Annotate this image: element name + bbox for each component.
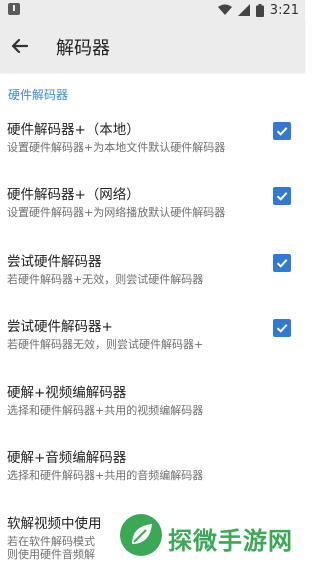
clock: 3:21 xyxy=(269,2,299,18)
pref-hw-decoder-network[interactable]: 硬件解码器+（网络） 设置硬件解码器+为网络播放默认硬件解码器 xyxy=(0,183,305,247)
pref-title: 软解视频中使用 xyxy=(7,516,102,532)
pref-hw-decoder-local[interactable]: 硬件解码器+（本地） 设置硬件解码器+为本地文件默认硬件解码器 xyxy=(0,118,305,182)
pref-audio-codec[interactable]: 硬解+音频编解码器 选择和硬件解码器+共用的音频编解码器 xyxy=(0,446,305,510)
checkbox-checked[interactable] xyxy=(273,187,291,205)
pref-summary: 若硬件解码器无效，则尝试硬件解码器+ xyxy=(7,338,204,351)
pref-try-hw-decoder[interactable]: 尝试硬件解码器 若硬件解码器+无效，则尝试硬件解码器 xyxy=(0,250,305,314)
battery-icon xyxy=(255,3,264,17)
pref-title: 硬件解码器+（本地） xyxy=(7,122,140,138)
pref-title: 尝试硬件解码器 xyxy=(7,254,102,270)
checkbox-checked[interactable] xyxy=(273,319,291,337)
status-bar: 3:21 xyxy=(0,0,305,20)
page-title: 解码器 xyxy=(56,38,110,59)
signal-icon xyxy=(237,4,250,16)
section-header: 硬件解码器 xyxy=(8,88,69,102)
leaf-icon xyxy=(132,524,152,544)
arrow-left-icon xyxy=(11,38,29,54)
checkbox-checked[interactable] xyxy=(273,122,291,140)
pref-title: 硬解+音频编解码器 xyxy=(7,450,127,466)
pref-summary: 选择和硬件解码器+共用的视频编解码器 xyxy=(7,404,204,417)
watermark-text: 探微手游网 xyxy=(168,527,293,555)
checkmark-icon xyxy=(276,192,288,201)
pref-summary: 设置硬件解码器+为本地文件默认硬件解码器 xyxy=(7,141,226,154)
watermark: 探微手游网 xyxy=(114,512,305,560)
checkbox-checked[interactable] xyxy=(273,254,291,272)
pref-title: 尝试硬件解码器+ xyxy=(7,319,113,335)
checkmark-icon xyxy=(276,259,288,268)
checkmark-icon xyxy=(276,324,288,333)
pref-summary: 若硬件解码器+无效，则尝试硬件解码器 xyxy=(7,273,204,286)
pref-title: 硬解+视频编解码器 xyxy=(7,385,127,401)
pref-title: 硬件解码器+（网络） xyxy=(7,187,140,203)
watermark-logo xyxy=(120,514,162,556)
pref-summary: 设置硬件解码器+为网络播放默认硬件解码器 xyxy=(7,206,226,219)
pref-try-hw-decoder-plus[interactable]: 尝试硬件解码器+ 若硬件解码器无效，则尝试硬件解码器+ xyxy=(0,315,305,379)
back-button[interactable] xyxy=(6,32,34,60)
notification-icon xyxy=(8,3,20,15)
wifi-icon xyxy=(217,4,232,15)
pref-video-codec[interactable]: 硬解+视频编解码器 选择和硬件解码器+共用的视频编解码器 xyxy=(0,381,305,445)
toolbar: 解码器 xyxy=(0,20,305,72)
pref-summary: 选择和硬件解码器+共用的音频编解码器 xyxy=(7,469,204,482)
checkmark-icon xyxy=(276,127,288,136)
